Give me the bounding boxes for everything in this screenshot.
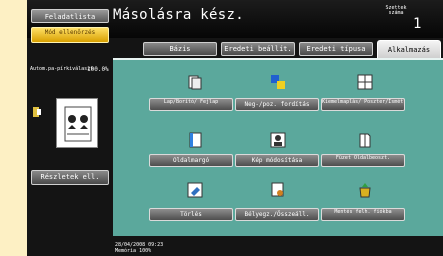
page-cover-button[interactable]: Lap/Borító/ Fejlap	[149, 98, 233, 111]
page-margin-button[interactable]: Oldalmargó	[149, 154, 233, 167]
tab-bar: Bázis Eredeti beállít. Eredeti típusa Al…	[113, 40, 443, 58]
tab-original-settings[interactable]: Eredeti beállít.	[221, 42, 295, 56]
details-check-button[interactable]: Részletek ell.	[31, 170, 109, 185]
status-footer: 28/04/2008 09:23 Memória 100%	[113, 238, 443, 256]
zoom-value: 100.0%	[87, 66, 109, 73]
image-adjust-icon	[270, 132, 286, 148]
neg-pos-icon	[271, 75, 285, 89]
save-box-icon	[359, 183, 371, 198]
booklet-button[interactable]: Füzet Oldalbeoszt.	[321, 154, 405, 167]
tab-basic[interactable]: Bázis	[143, 42, 217, 56]
erase-button[interactable]: Törlés	[149, 208, 233, 221]
stamp-compose-button[interactable]: Bélyegz./Összeáll.	[235, 208, 319, 221]
job-list-button[interactable]: Feladatlista	[31, 9, 109, 23]
tab-application[interactable]: Alkalmazás	[377, 40, 441, 58]
application-panel: Lap/Borító/ Fejlap Neg-/poz. fordítás Ki…	[113, 58, 443, 236]
paper-tray-icon	[33, 107, 41, 117]
combine-poster-button[interactable]: Kiemelmaplás/ Poszter/Ismétl	[321, 98, 405, 111]
image-adjust-button[interactable]: Kép módosítása	[235, 154, 319, 167]
page-cover-icon	[188, 75, 202, 90]
status-title: Másolásra kész.	[113, 7, 244, 23]
mode-check-button[interactable]: Mód ellenőrzés	[31, 27, 109, 43]
stamp-icon	[271, 182, 284, 197]
tab-original-type[interactable]: Eredeti típusa	[299, 42, 373, 56]
erase-icon	[187, 182, 203, 198]
memory-status: Memória 100%	[115, 248, 152, 254]
copies-label: Szettek száma	[385, 5, 407, 16]
combine-poster-icon	[357, 74, 373, 90]
paper-preview-icon	[56, 98, 98, 148]
page-margin-icon	[189, 132, 202, 148]
neg-pos-button[interactable]: Neg-/poz. fordítás	[235, 98, 319, 111]
copier-screen: Feladatlista Másolásra kész. Szettek szá…	[27, 0, 443, 256]
save-user-box-button[interactable]: Mentés felh. fiókba	[321, 208, 405, 221]
booklet-icon	[359, 133, 371, 148]
copies-count[interactable]: 1	[413, 16, 421, 32]
